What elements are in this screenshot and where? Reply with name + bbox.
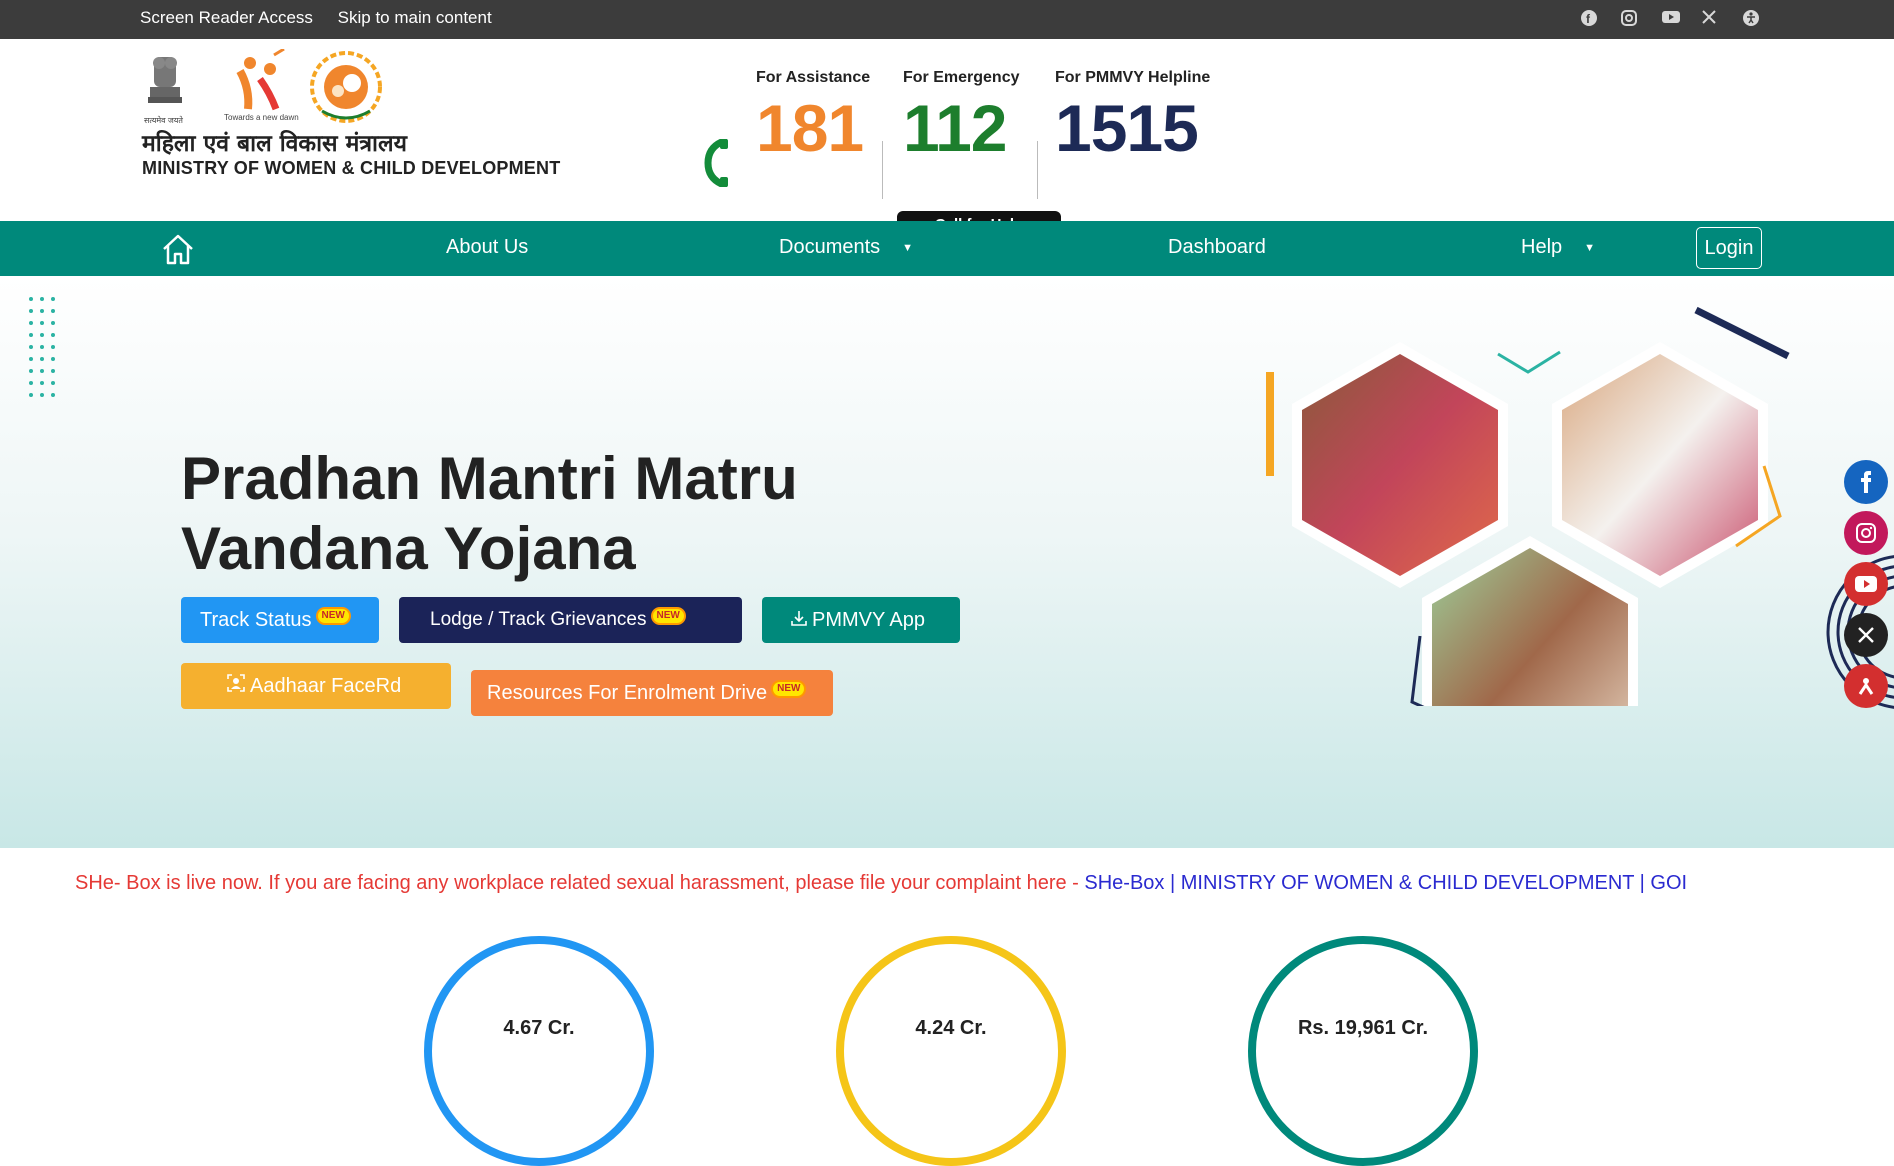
home-icon[interactable]	[158, 229, 198, 274]
instagram-icon[interactable]	[1620, 9, 1640, 29]
new-badge: NEW	[773, 682, 805, 697]
skip-to-content-link[interactable]: Skip to main content	[338, 8, 492, 27]
resources-enrolment-label: Resources For Enrolment Drive	[487, 682, 768, 704]
decorative-bar	[1266, 372, 1274, 476]
x-icon[interactable]	[1701, 9, 1721, 29]
facebook-icon[interactable]: f	[1580, 9, 1600, 29]
helpline-number: 1515	[1055, 91, 1199, 165]
nav-help-label: Help	[1521, 236, 1563, 258]
track-status-button[interactable]: Track Status NEW	[181, 597, 379, 643]
helpline-emergency[interactable]: For Emergency 112	[903, 69, 1019, 161]
x-icon[interactable]	[1844, 613, 1888, 657]
helpline-number: 112	[903, 91, 1007, 165]
track-status-label: Track Status	[200, 609, 312, 631]
nav-about-us[interactable]: About Us	[446, 236, 528, 259]
site-header: सत्यमेव जयते Towards a new dawn महिला एव…	[0, 39, 1894, 239]
helpline-panel: For Assistance 181 For Emergency 112 For…	[700, 69, 1220, 239]
hero-section: Pradhan Mantri Matru Vandana Yojana Trac…	[0, 276, 1894, 848]
helpline-label: For PMMVY Helpline	[1055, 69, 1211, 86]
nav-documents[interactable]: Documents ▼	[779, 236, 913, 259]
floating-social-bar	[1844, 460, 1888, 715]
divider	[882, 141, 883, 199]
download-icon	[790, 598, 808, 644]
divider	[1037, 141, 1038, 199]
youtube-icon[interactable]	[1844, 562, 1888, 606]
logo-tagline: Towards a new dawn	[224, 113, 299, 122]
national-emblem-logo: सत्यमेव जयते	[140, 49, 190, 134]
helpline-pmmvy[interactable]: For PMMVY Helpline 1515	[1055, 69, 1210, 161]
main-nav: About Us Documents ▼ Dashboard Help ▼ Logi…	[0, 221, 1894, 276]
accessibility-icon[interactable]	[1742, 9, 1762, 29]
lodge-grievances-button[interactable]: Lodge / Track Grievances NEW	[399, 597, 742, 643]
decorative-dots	[28, 296, 56, 407]
stat-circle-beneficiaries: 4.67 Cr.	[424, 936, 654, 1166]
stat-value: Rs. 19,961 Cr.	[1297, 1017, 1429, 1039]
ministry-hindi-name: महिला एवं बाल विकास मंत्रालय	[142, 131, 407, 157]
hero-title: Pradhan Mantri Matru Vandana Yojana	[181, 444, 798, 584]
nav-documents-label: Documents	[779, 236, 881, 258]
resources-enrolment-button[interactable]: Resources For Enrolment Drive NEW	[471, 670, 833, 716]
instagram-icon[interactable]	[1844, 511, 1888, 555]
screen-reader-link[interactable]: Screen Reader Access	[140, 8, 313, 27]
logo-group[interactable]: सत्यमेव जयते Towards a new dawn	[140, 47, 560, 130]
accessibility-links: Screen Reader Access Skip to main conten…	[140, 8, 512, 28]
hero-title-line-2: Vandana Yojana	[181, 515, 636, 582]
announcement-marquee: SHe- Box is live now. If you are facing …	[75, 872, 1687, 895]
new-badge: NEW	[652, 608, 684, 623]
helpline-label: For Emergency	[903, 69, 1020, 86]
hex-photo-baby	[1432, 548, 1628, 770]
caret-down-icon: ▼	[902, 241, 914, 254]
lodge-grievances-label: Lodge / Track Grievances	[430, 609, 647, 630]
youtube-icon[interactable]	[1661, 9, 1681, 29]
nav-dashboard[interactable]: Dashboard	[1168, 236, 1266, 259]
pmmvy-app-label: PMMVY App	[812, 609, 926, 631]
pmmvy-logo	[308, 49, 384, 130]
helpline-assistance[interactable]: For Assistance 181	[756, 69, 870, 161]
ministry-logo: Towards a new dawn	[224, 47, 299, 124]
pmmvy-app-button[interactable]: PMMVY App	[762, 597, 960, 643]
aadhaar-facerd-button[interactable]: Aadhaar FaceRd	[181, 663, 451, 709]
marquee-text: SHe- Box is live now. If you are facing …	[75, 872, 1085, 894]
face-scan-icon	[226, 664, 246, 710]
helpline-number: 181	[756, 91, 864, 165]
top-utility-bar: Screen Reader Access Skip to main conten…	[0, 0, 1894, 39]
stat-circle-amount: Rs. 19,961 Cr.	[1248, 936, 1478, 1166]
new-badge: NEW	[317, 609, 349, 624]
login-button[interactable]: Login	[1696, 227, 1762, 269]
nav-help[interactable]: Help ▼	[1521, 236, 1595, 259]
stat-value: 4.67 Cr.	[503, 1017, 575, 1039]
aadhaar-facerd-label: Aadhaar FaceRd	[250, 675, 402, 697]
facebook-icon[interactable]	[1844, 460, 1888, 504]
stat-value: 4.24 Cr.	[915, 1017, 987, 1039]
hero-title-line-1: Pradhan Mantri Matru	[181, 445, 798, 512]
ministry-english-name: MINISTRY OF WOMEN & CHILD DEVELOPMENT	[142, 158, 561, 178]
caret-down-icon: ▼	[1584, 241, 1596, 254]
koo-icon[interactable]	[1844, 664, 1888, 708]
emblem-caption: सत्यमेव जयते	[144, 116, 183, 125]
shebox-link[interactable]: SHe-Box | MINISTRY OF WOMEN & CHILD DEVE…	[1084, 872, 1687, 894]
hero-image-collage	[1260, 306, 1820, 782]
helpline-label: For Assistance	[756, 69, 871, 86]
phone-icon	[704, 137, 730, 198]
top-social-icons: f	[1580, 9, 1778, 29]
stat-circle-paid: 4.24 Cr.	[836, 936, 1066, 1166]
